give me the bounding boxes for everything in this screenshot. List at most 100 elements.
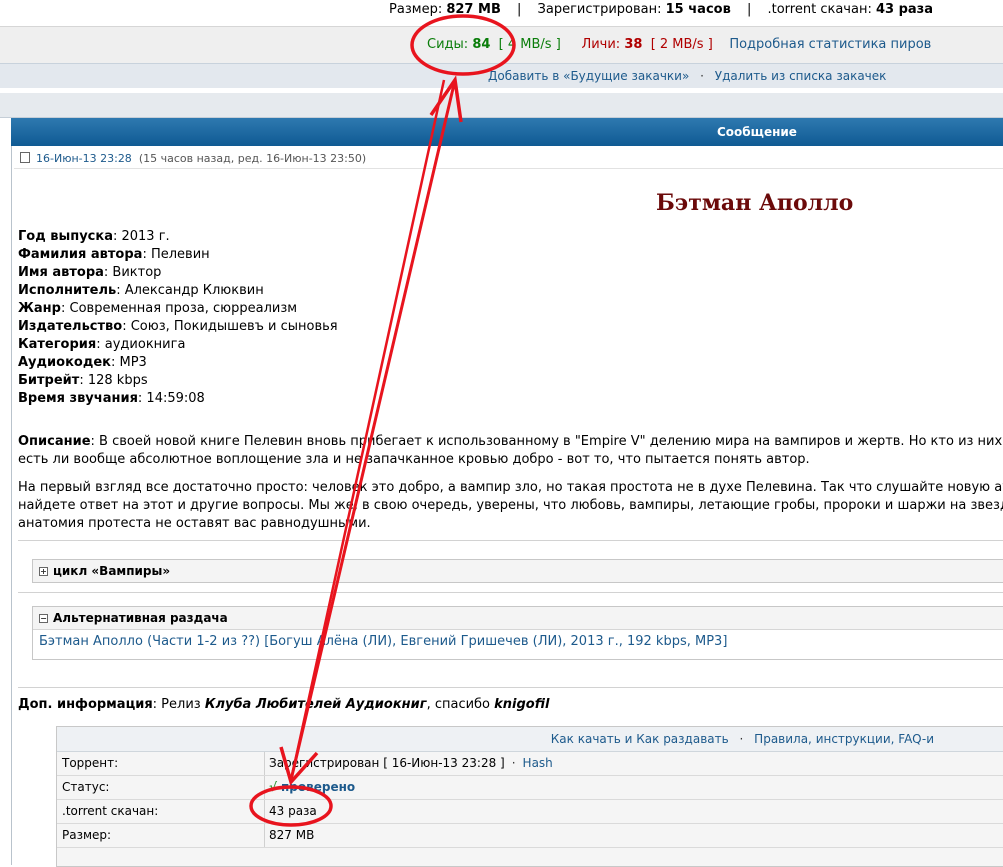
alternative-release-link[interactable]: Бэтман Аполло (Части 1-2 из ??) [Богуш А…: [39, 634, 727, 649]
collapse-icon[interactable]: −: [39, 614, 48, 623]
field-label: Аудиокодек: [18, 355, 111, 370]
field-label: Время звучания: [18, 391, 138, 406]
extra-info-text: : Релиз: [152, 697, 205, 712]
field-value: : Современная проза, сюрреализм: [60, 301, 298, 316]
separator: |: [746, 2, 752, 17]
row-value: 827 MB: [269, 828, 315, 842]
download-actions-bar: Добавить в «Будущие закачки» · Удалить и…: [0, 63, 1003, 88]
seeds-label: Сиды:: [427, 37, 469, 52]
peers-bar: Сиды: 84 [ 4 MB/s ] Личи: 38 [ 2 MB/s ] …: [0, 26, 1003, 63]
description-text: найдете ответ на этот и другие вопросы. …: [18, 498, 1003, 513]
field-row: Битрейт: 128 kbps: [18, 372, 618, 390]
field-row: Жанр: Современная проза, сюрреализм: [18, 300, 618, 318]
field-row: Аудиокодек: MP3: [18, 354, 618, 372]
spoiler-alternative[interactable]: − Альтернативная раздача Бэтман Аполло (Ч…: [32, 606, 1003, 660]
spoiler-title: Альтернативная раздача: [53, 611, 228, 625]
field-label: Категория: [18, 337, 97, 352]
book-fields: Год выпуска: 2013 г. Фамилия автора: Пел…: [18, 228, 618, 408]
field-value: : Александр Клюквин: [116, 283, 264, 298]
seeds-count: 84: [472, 37, 491, 52]
registered-value: 15 часов: [665, 2, 731, 17]
field-row: Издательство: Союз, Покидышевъ и сыновья: [18, 318, 618, 336]
field-label: Имя автора: [18, 265, 104, 280]
field-row: Категория: аудиокнига: [18, 336, 618, 354]
leeches-speed: [ 2 MB/s ]: [650, 37, 713, 52]
column-divider: [264, 800, 265, 823]
club-name: Клуба Любителей Аудиокниг: [204, 697, 427, 712]
hash-link[interactable]: Hash: [523, 756, 553, 770]
rules-faq-link[interactable]: Правила, инструкции, FAQ-и: [754, 732, 934, 746]
extra-info-text: , спасибо: [426, 697, 495, 712]
description-label: Описание: [18, 434, 91, 449]
description-text: есть ли вообще абсолютное воплощение зла…: [18, 452, 810, 467]
description-paragraph: Описание: В своей новой книге Пелевин вн…: [18, 433, 1003, 469]
post-date-link[interactable]: 16-Июн-13 23:28: [36, 152, 132, 165]
post-header-title: Сообщение: [717, 125, 797, 139]
row-key: Статус:: [62, 780, 110, 794]
uploader-name: knigofil: [494, 697, 550, 712]
divider: [14, 168, 1003, 169]
downloaded-label: .torrent скачан:: [767, 2, 872, 17]
field-label: Битрейт: [18, 373, 80, 388]
field-label: Год выпуска: [18, 229, 113, 244]
spoiler-vampires[interactable]: + цикл «Вампиры»: [32, 559, 1003, 583]
description-text: анатомия протеста не оставят вас равноду…: [18, 516, 371, 531]
divider: [18, 687, 1003, 688]
divider-band: [0, 93, 1003, 118]
table-row: Размер: 827 MB: [57, 824, 1003, 848]
field-value: : Виктор: [103, 265, 162, 280]
post-date: 16-Июн-13 23:28 (15 часов назад, ред. 16…: [20, 152, 366, 165]
torrent-summary-bar: Размер: 827 MB | Зарегистрирован: 15 час…: [0, 0, 1003, 22]
spoiler-header[interactable]: + цикл «Вампиры»: [33, 560, 1003, 582]
torrent-info-table: Как качать и Как раздавать · Правила, ин…: [56, 726, 1003, 867]
how-to-download-link[interactable]: Как качать и Как раздавать: [551, 732, 729, 746]
row-value: Зарегистрирован [ 16-Июн-13 23:28 ] · Hash: [269, 756, 553, 770]
field-value: : 2013 г.: [112, 229, 170, 244]
dot-separator: ·: [700, 69, 704, 83]
row-value: √ проверено: [269, 780, 355, 794]
description-text: : В своей новой книге Пелевин вновь приб…: [90, 434, 1003, 449]
field-value: : Союз, Покидышевъ и сыновья: [122, 319, 338, 334]
peer-stats-link[interactable]: Подробная статистика пиров: [729, 37, 931, 52]
field-value: : 14:59:08: [137, 391, 205, 406]
spoiler-title: цикл «Вампиры»: [53, 564, 171, 578]
extra-info-label: Доп. информация: [18, 697, 153, 712]
document-icon: [20, 152, 30, 163]
row-key: .torrent скачан:: [62, 804, 159, 818]
registered-status: Зарегистрирован [ 16-Июн-13 23:28 ]: [269, 756, 505, 770]
dot-separator: ·: [511, 756, 516, 770]
row-key: Торрент:: [62, 756, 119, 770]
size-value: 827 MB: [446, 2, 501, 17]
seeds-speed: [ 4 MB/s ]: [498, 37, 561, 52]
field-row: Исполнитель: Александр Клюквин: [18, 282, 618, 300]
downloaded-value: 43 раза: [875, 2, 933, 17]
field-label: Жанр: [18, 301, 61, 316]
field-row: Имя автора: Виктор: [18, 264, 618, 282]
row-value: 43 раза: [269, 804, 317, 818]
field-label: Издательство: [18, 319, 123, 334]
registered-label: Зарегистрирован:: [537, 2, 662, 17]
separator: |: [517, 2, 522, 17]
expand-icon[interactable]: +: [39, 567, 48, 576]
description-text: На первый взгляд все достаточно просто: …: [18, 480, 1003, 495]
dot-separator: ·: [739, 732, 744, 746]
status-badge: проверено: [281, 780, 356, 794]
field-value: : аудиокнига: [96, 337, 186, 352]
column-divider: [264, 752, 265, 775]
leeches-count: 38: [624, 37, 643, 52]
table-row: Торрент: Зарегистрирован [ 16-Июн-13 23:…: [57, 752, 1003, 776]
column-divider: [264, 776, 265, 799]
column-divider: [264, 824, 265, 847]
torrent-table-header: Как качать и Как раздавать · Правила, ин…: [57, 727, 1003, 752]
field-label: Фамилия автора: [18, 247, 143, 262]
field-row: Фамилия автора: Пелевин: [18, 246, 618, 264]
remove-download-link[interactable]: Удалить из списка закачек: [715, 69, 887, 83]
size-label: Размер:: [389, 2, 443, 17]
table-row: .torrent скачан: 43 раза: [57, 800, 1003, 824]
divider: [18, 540, 1003, 541]
spoiler-header[interactable]: − Альтернативная раздача: [33, 607, 1003, 629]
divider: [18, 592, 1003, 593]
leeches-label: Личи:: [581, 37, 621, 52]
field-label: Исполнитель: [18, 283, 117, 298]
add-future-downloads-link[interactable]: Добавить в «Будущие закачки»: [488, 69, 689, 83]
